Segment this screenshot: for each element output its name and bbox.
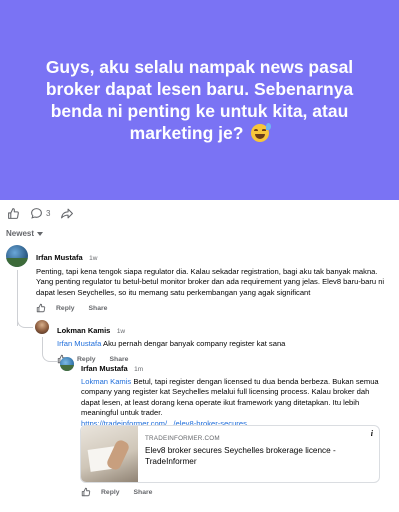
thumbs-up-icon[interactable]: [81, 487, 91, 497]
comment-time[interactable]: 1w: [117, 328, 125, 335]
sort-label: Newest: [6, 229, 35, 238]
comment-author[interactable]: Irfan Mustafa: [36, 253, 83, 262]
comment-actions: Reply Share: [81, 487, 152, 497]
avatar[interactable]: [60, 357, 74, 371]
comment-time[interactable]: 1w: [89, 255, 97, 262]
thread-connector: [17, 310, 33, 328]
comment-time[interactable]: 1m: [134, 366, 143, 373]
comment-item: Irfan Mustafa 1w Penting, tapi kena teng…: [36, 247, 386, 313]
comment-mention[interactable]: Irfan Mustafa: [57, 339, 101, 348]
link-preview-card[interactable]: TRADEINFORMER.COM Elev8 broker secures S…: [80, 425, 380, 483]
post-action-bar: 3: [0, 200, 399, 226]
comment-author[interactable]: Lokman Kamis: [57, 326, 110, 335]
share-comment-button[interactable]: Share: [134, 489, 153, 496]
share-arrow-icon: [61, 208, 74, 218]
thread-connector: [42, 345, 58, 362]
post-hero: Guys, aku selalu nampak news pasal broke…: [0, 0, 399, 200]
avatar[interactable]: [35, 320, 49, 334]
comment-bubble-icon: [31, 207, 42, 219]
comment-item: Irfan Mustafa 1m Lokman Kamis Betul, tap…: [81, 358, 386, 429]
info-icon[interactable]: i: [371, 429, 373, 438]
reply-button[interactable]: Reply: [101, 489, 120, 496]
post-text: Guys, aku selalu nampak news pasal broke…: [45, 57, 354, 143]
share-comment-button[interactable]: Share: [89, 305, 108, 312]
chevron-down-icon: [37, 231, 44, 236]
comment-button[interactable]: 3: [30, 207, 50, 220]
reply-button[interactable]: Reply: [56, 305, 75, 312]
comment-count: 3: [46, 208, 51, 218]
link-preview-domain: TRADEINFORMER.COM: [145, 435, 220, 442]
thumbs-up-icon: [8, 207, 19, 219]
link-preview-title: Elev8 broker secures Seychelles brokerag…: [145, 446, 336, 466]
share-button[interactable]: [60, 207, 74, 220]
avatar[interactable]: [6, 245, 28, 267]
comment-text: Penting, tapi kena tengok siapa regulato…: [36, 267, 385, 297]
comment-mention[interactable]: Lokman Kamis: [81, 377, 131, 386]
grinning-sweat-emoji-icon: [251, 123, 272, 142]
comment-text: Aku pernah dengar banyak company registe…: [103, 339, 286, 348]
thumbs-up-icon[interactable]: [36, 303, 46, 313]
comment-sort-dropdown[interactable]: Newest: [6, 229, 44, 238]
comment-author[interactable]: Irfan Mustafa: [81, 364, 128, 373]
like-button[interactable]: [7, 207, 20, 220]
link-preview-thumbnail: [81, 426, 138, 482]
